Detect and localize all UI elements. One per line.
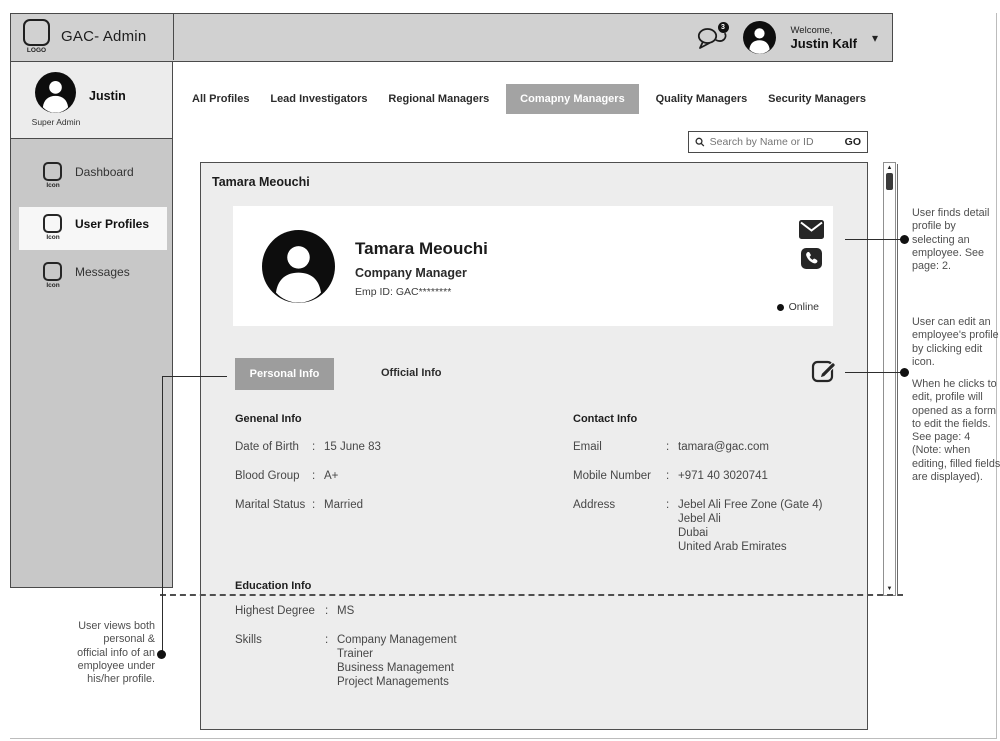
general-info-section: Genenal Info Date of Birth : 15 June 83 … <box>235 413 381 527</box>
messages-menu-icon: Icon <box>43 262 63 289</box>
page-break-dashed-line <box>160 594 903 596</box>
header-divider <box>173 14 174 60</box>
sidebar-user-name: Justin <box>89 89 126 103</box>
panel-scrollbar[interactable]: ▲ ▼ <box>883 162 896 596</box>
canvas-bottom-border <box>10 738 997 739</box>
profile-avatar <box>262 230 335 303</box>
logo-label: LOGO <box>20 47 53 54</box>
annotation-edit-profile: User can edit an employee's profile by c… <box>912 316 1000 369</box>
tab-personal-info[interactable]: Personal Info <box>235 358 334 390</box>
sidebar-profile: Justin Super Admin <box>11 62 172 139</box>
info-row-highest-degree: Highest Degree : MS <box>235 604 457 618</box>
dashboard-icon: Icon <box>43 162 63 189</box>
online-status-label: Online <box>789 301 819 313</box>
profiles-tabbar: All Profiles Lead Investigators Regional… <box>188 84 870 114</box>
tab-security-managers[interactable]: Security Managers <box>764 93 870 105</box>
scroll-up-icon[interactable]: ▲ <box>884 165 895 172</box>
sidebar: Justin Super Admin Icon Dashboard Icon U… <box>10 62 173 588</box>
online-dot-icon <box>777 304 784 311</box>
info-row-email: Email : tamara@gac.com <box>573 440 822 454</box>
scrollbar-thumb[interactable] <box>886 173 893 190</box>
connector-line-edit <box>845 372 902 373</box>
messages-icon[interactable]: 3 <box>696 24 728 51</box>
connector-dot-tabs <box>157 650 166 659</box>
employee-id: Emp ID: GAC******** <box>355 286 451 298</box>
header-actions: 3 Welcome, Justin Kalf ▾ <box>696 14 879 61</box>
tab-all-profiles[interactable]: All Profiles <box>188 93 253 105</box>
wireframe-canvas: LOGO GAC- Admin 3 Welcome, Justin Kalf ▾ <box>0 0 1000 741</box>
mail-icon[interactable] <box>799 220 824 244</box>
annotation-detail-profile: User finds detail profile by selecting a… <box>912 207 1000 273</box>
general-info-heading: Genenal Info <box>235 413 381 425</box>
education-info-heading: Education Info <box>235 580 457 592</box>
app-header: LOGO GAC- Admin 3 Welcome, Justin Kalf ▾ <box>10 13 893 62</box>
sidebar-menu: Icon Dashboard Icon User Profiles Icon M… <box>11 139 172 586</box>
notes-column-boundary <box>897 164 898 596</box>
phone-icon[interactable] <box>801 248 822 274</box>
header-avatar[interactable] <box>743 21 776 54</box>
profile-summary-card: Tamara Meouchi Company Manager Emp ID: G… <box>233 206 833 326</box>
info-row-blood-group: Blood Group : A+ <box>235 469 381 483</box>
connector-dot-profile <box>900 235 909 244</box>
tab-company-managers[interactable]: Comapny Managers <box>506 84 639 114</box>
app-title: GAC- Admin <box>61 28 146 45</box>
canvas-right-border <box>996 13 997 739</box>
tab-official-info[interactable]: Official Info <box>381 367 442 379</box>
search-icon <box>695 136 705 148</box>
education-info-section: Education Info Highest Degree : MS Skill… <box>235 580 457 704</box>
info-row-date-of-birth: Date of Birth : 15 June 83 <box>235 440 381 454</box>
user-profiles-icon: Icon <box>43 214 63 241</box>
info-row-mobile-number: Mobile Number : +971 40 3020741 <box>573 469 822 483</box>
contact-info-section: Contact Info Email : tamara@gac.com Mobi… <box>573 413 822 569</box>
icon-caption: Icon <box>43 234 63 241</box>
welcome-label: Welcome, <box>791 25 857 36</box>
sidebar-item-label: Messages <box>75 265 130 279</box>
welcome-block[interactable]: Welcome, Justin Kalf <box>791 25 857 51</box>
tab-regional-managers[interactable]: Regional Managers <box>384 93 493 105</box>
sidebar-user-role: Super Admin <box>20 117 92 127</box>
info-row-marital-status: Marital Status : Married <box>235 498 381 512</box>
sidebar-item-label: User Profiles <box>75 217 149 231</box>
sidebar-item-dashboard[interactable]: Icon Dashboard <box>19 155 167 195</box>
icon-caption: Icon <box>43 182 63 189</box>
sidebar-item-messages[interactable]: Icon Messages <box>19 255 167 295</box>
connector-line-profile <box>845 239 902 240</box>
header-user-name: Justin Kalf <box>791 36 857 51</box>
search-go-button[interactable]: GO <box>845 136 861 148</box>
info-row-skills: Skills : Company Management Trainer Busi… <box>235 633 457 689</box>
profile-detail-panel: Tamara Meouchi Tamara Meouchi Company Ma… <box>200 162 868 730</box>
icon-caption: Icon <box>43 282 63 289</box>
annotation-edit-form: When he clicks to edit, profile will ope… <box>912 378 1000 484</box>
contact-info-heading: Contact Info <box>573 413 822 425</box>
employee-role: Company Manager <box>355 266 467 280</box>
info-row-address: Address : Jebel Ali Free Zone (Gate 4) J… <box>573 498 822 554</box>
connector-dot-edit <box>900 368 909 377</box>
search-input[interactable] <box>710 136 845 148</box>
sidebar-item-label: Dashboard <box>75 165 134 179</box>
tab-lead-investigators[interactable]: Lead Investigators <box>266 93 371 105</box>
logo-icon <box>23 19 50 46</box>
employee-name: Tamara Meouchi <box>355 239 488 259</box>
edit-icon[interactable] <box>811 357 838 389</box>
annotation-tabs-info: User views both personal & official info… <box>72 620 155 686</box>
sidebar-item-user-profiles[interactable]: Icon User Profiles <box>19 207 167 250</box>
search-box: GO <box>688 131 868 153</box>
tab-quality-managers[interactable]: Quality Managers <box>652 93 752 105</box>
panel-title: Tamara Meouchi <box>212 175 310 189</box>
scroll-down-icon[interactable]: ▼ <box>884 586 895 593</box>
connector-line-tabs-horizontal <box>163 376 227 377</box>
sidebar-avatar <box>35 72 76 113</box>
notification-badge: 3 <box>718 22 729 33</box>
online-status: Online <box>777 301 819 313</box>
connector-line-tabs-vertical <box>162 376 163 655</box>
user-menu-caret-icon[interactable]: ▾ <box>872 31 878 45</box>
